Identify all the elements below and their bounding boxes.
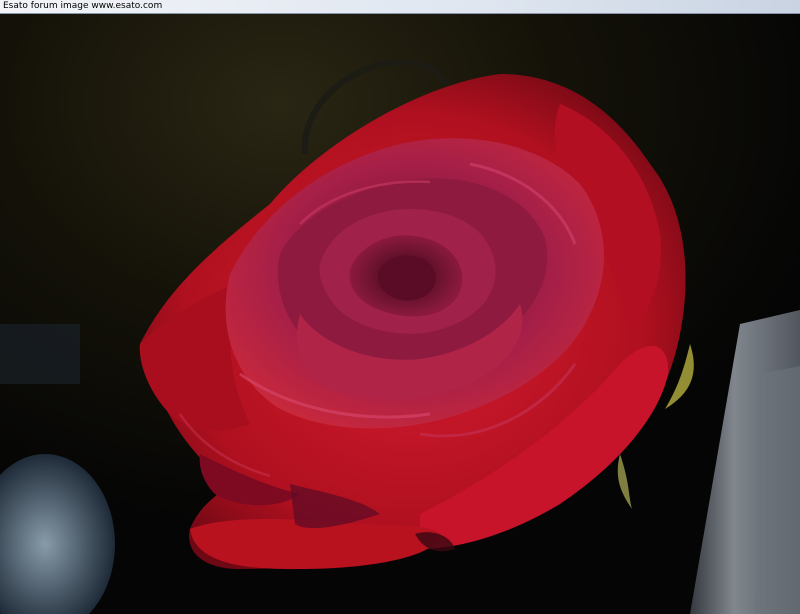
- rose-illustration: [0, 14, 800, 614]
- rose-photo: [0, 14, 800, 614]
- watermark-bar: Esato forum image www.esato.com: [0, 0, 800, 14]
- background-left-shape: [0, 324, 80, 384]
- watermark-caption: Esato forum image www.esato.com: [3, 1, 163, 11]
- image-frame: Esato forum image www.esato.com: [0, 0, 800, 614]
